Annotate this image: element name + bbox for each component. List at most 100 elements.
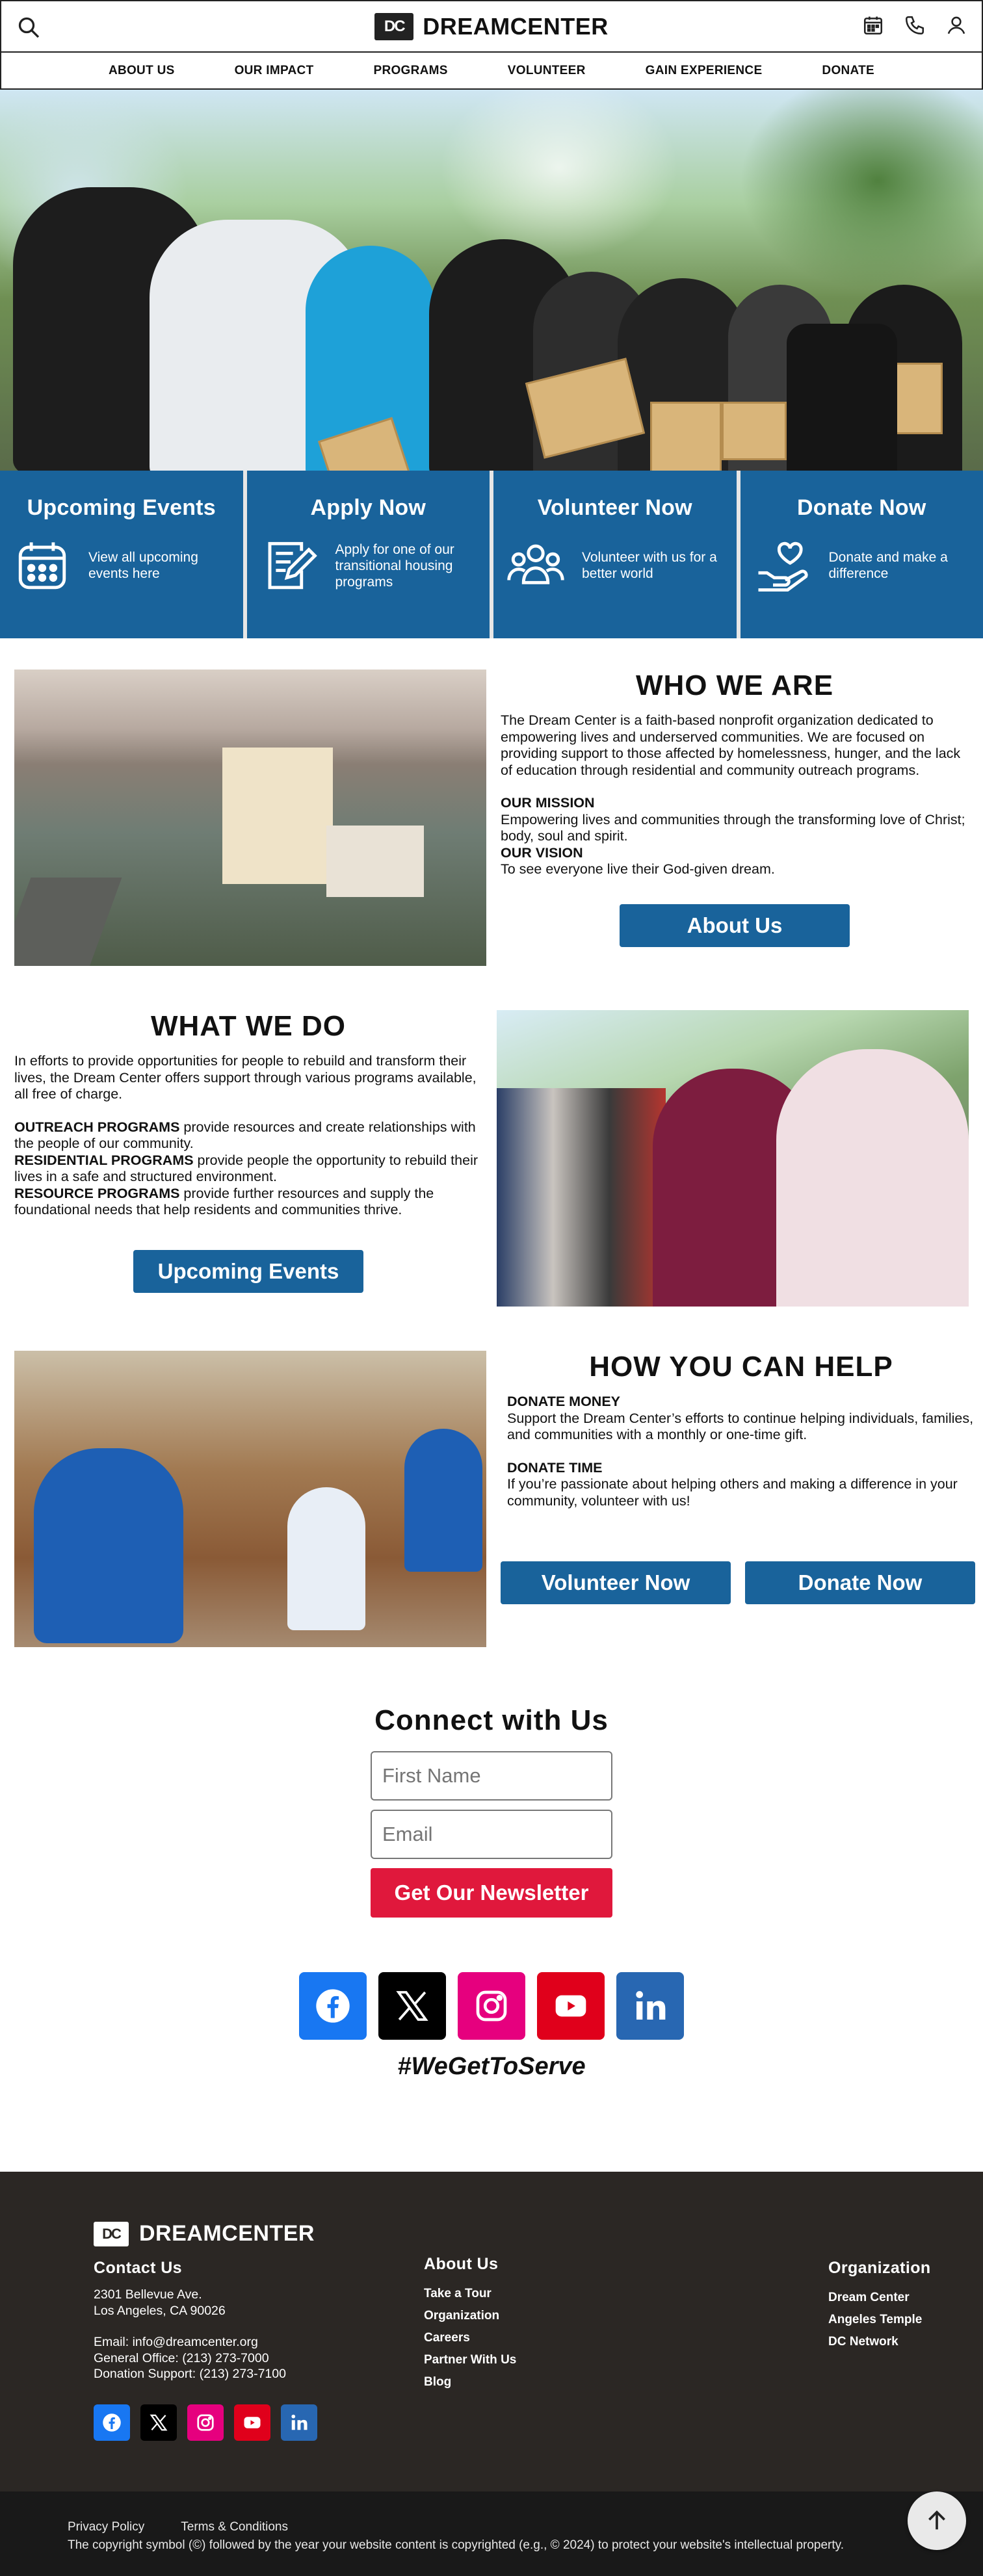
organization-title: Organization [828, 2259, 931, 2278]
vision-label: OUR VISION [501, 845, 583, 861]
donate-now-button[interactable]: Donate Now [745, 1561, 975, 1604]
x-link[interactable] [378, 1972, 446, 2040]
tile-title: Donate Now [754, 495, 971, 521]
privacy-policy-link[interactable]: Privacy Policy [68, 2520, 144, 2534]
tile-text: Donate and make a difference [829, 549, 971, 582]
nav-our-impact[interactable]: OUR IMPACT [205, 64, 344, 78]
footer-brand-name: DREAMCENTER [139, 2221, 315, 2246]
x-link[interactable] [140, 2404, 177, 2441]
x-icon [149, 2413, 168, 2432]
quick-links: Upcoming Events View all upcoming events… [0, 471, 983, 638]
mission-label: OUR MISSION [501, 795, 595, 811]
volunteer-now-button[interactable]: Volunteer Now [501, 1561, 731, 1604]
linkedin-link[interactable] [616, 1972, 684, 2040]
site-header: DC DREAMCENTER ABOUT US OUR IMPACT PROGR… [0, 0, 983, 90]
calendar-icon[interactable] [862, 14, 884, 36]
application-icon [260, 536, 319, 595]
first-name-input[interactable] [371, 1751, 612, 1801]
nav-programs[interactable]: PROGRAMS [343, 64, 477, 78]
email-input[interactable] [371, 1810, 612, 1859]
site-logo[interactable]: DC DREAMCENTER [374, 13, 609, 40]
donate-money-label: DONATE MONEY [507, 1394, 620, 1409]
footer-contact: Contact Us 2301 Bellevue Ave. Los Angele… [94, 2259, 317, 2441]
facebook-link[interactable] [94, 2404, 130, 2441]
logo-mark: DC [374, 13, 413, 40]
site-footer: DC DREAMCENTER Contact Us 2301 Bellevue … [0, 2172, 983, 2491]
instagram-link[interactable] [187, 2404, 224, 2441]
linkedin-icon [632, 1988, 668, 2024]
general-office-phone[interactable]: General Office: (213) 273-7000 [94, 2350, 317, 2367]
phone-icon[interactable] [904, 14, 926, 36]
donate-time-label: DONATE TIME [507, 1460, 603, 1476]
who-intro: The Dream Center is a faith-based nonpro… [501, 712, 969, 779]
what-we-do-section: WHAT WE DO In efforts to provide opportu… [0, 966, 983, 1307]
instagram-link[interactable] [458, 1972, 525, 2040]
footer-link-organization[interactable]: Organization [424, 2305, 516, 2327]
nav-volunteer[interactable]: VOLUNTEER [478, 64, 616, 78]
tile-apply-now[interactable]: Apply Now Apply for one of our transitio… [247, 471, 490, 638]
tile-text: View all upcoming events here [88, 549, 230, 582]
facebook-icon [102, 2413, 122, 2432]
footer-link-angeles-temple[interactable]: Angeles Temple [828, 2309, 931, 2331]
footer-link-dc-network[interactable]: DC Network [828, 2331, 931, 2353]
who-we-are-section: WHO WE ARE The Dream Center is a faith-b… [0, 638, 983, 966]
section-title: WHO WE ARE [501, 670, 969, 702]
footer-link-take-a-tour[interactable]: Take a Tour [424, 2283, 516, 2305]
tile-text: Volunteer with us for a better world [582, 549, 724, 582]
resource-label: RESOURCE PROGRAMS [14, 1186, 179, 1201]
nav-about-us[interactable]: ABOUT US [79, 64, 205, 78]
main-nav: ABOUT US OUR IMPACT PROGRAMS VOLUNTEER G… [0, 52, 983, 90]
footer-link-dream-center[interactable]: Dream Center [828, 2287, 931, 2309]
youtube-icon [242, 2413, 262, 2432]
linkedin-icon [289, 2413, 309, 2432]
youtube-link[interactable] [234, 2404, 270, 2441]
hashtag: #WeGetToServe [0, 2053, 983, 2081]
x-icon [394, 1988, 430, 2024]
footer-link-blog[interactable]: Blog [424, 2371, 516, 2393]
upcoming-events-button[interactable]: Upcoming Events [133, 1250, 363, 1293]
connect-title: Connect with Us [0, 1704, 983, 1737]
youtube-link[interactable] [537, 1972, 605, 2040]
footer-logo[interactable]: DC DREAMCENTER [94, 2221, 983, 2246]
tile-upcoming-events[interactable]: Upcoming Events View all upcoming events… [0, 471, 243, 638]
volunteer-with-child-image [14, 1351, 486, 1647]
footer-link-careers[interactable]: Careers [424, 2327, 516, 2349]
donation-support-phone[interactable]: Donation Support: (213) 273-7100 [94, 2366, 317, 2382]
copyright-text: The copyright symbol (©) followed by the… [68, 2538, 983, 2553]
tile-title: Upcoming Events [13, 495, 230, 521]
user-icon[interactable] [945, 14, 967, 36]
terms-link[interactable]: Terms & Conditions [181, 2520, 288, 2534]
back-to-top-button[interactable] [908, 2491, 966, 2550]
bottom-bar: Privacy Policy Terms & Conditions The co… [0, 2491, 983, 2576]
tile-text: Apply for one of our transitional housin… [335, 541, 477, 590]
youtube-icon [553, 1988, 589, 2024]
footer-organization: Organization Dream Center Angeles Temple… [828, 2259, 931, 2353]
newsletter-button[interactable]: Get Our Newsletter [371, 1868, 612, 1918]
nav-gain-experience[interactable]: GAIN EXPERIENCE [616, 64, 793, 78]
tile-volunteer-now[interactable]: Volunteer Now Volunteer with us for a be… [493, 471, 737, 638]
footer-social-links [94, 2404, 317, 2441]
brand-name: DREAMCENTER [423, 13, 609, 40]
about-us-button[interactable]: About Us [620, 904, 850, 947]
tile-donate-now[interactable]: Donate Now Donate and make a difference [741, 471, 983, 638]
outreach-label: OUTREACH PROGRAMS [14, 1119, 179, 1135]
how-you-can-help-section: HOW YOU CAN HELP DONATE MONEY Support th… [0, 1307, 983, 1647]
instagram-icon [473, 1988, 510, 2024]
donate-money-text: Support the Dream Center’s efforts to co… [507, 1411, 975, 1444]
facebook-icon [315, 1988, 351, 2024]
city-aerial-image [14, 670, 486, 966]
facebook-link[interactable] [299, 1972, 367, 2040]
search-icon[interactable] [17, 16, 40, 39]
arrow-up-icon [924, 2508, 950, 2534]
contact-email[interactable]: Email: info@dreamcenter.org [94, 2334, 317, 2350]
nav-donate[interactable]: DONATE [792, 64, 904, 78]
vision-text: To see everyone live their God-given dre… [501, 861, 969, 878]
mission-text: Empowering lives and communities through… [501, 812, 969, 845]
residential-label: RESIDENTIAL PROGRAMS [14, 1152, 194, 1168]
instagram-icon [196, 2413, 215, 2432]
address-line-2: Los Angeles, CA 90026 [94, 2303, 317, 2319]
about-title: About Us [424, 2255, 516, 2274]
footer-link-partner-with-us[interactable]: Partner With Us [424, 2349, 516, 2371]
people-icon [506, 536, 565, 595]
linkedin-link[interactable] [281, 2404, 317, 2441]
